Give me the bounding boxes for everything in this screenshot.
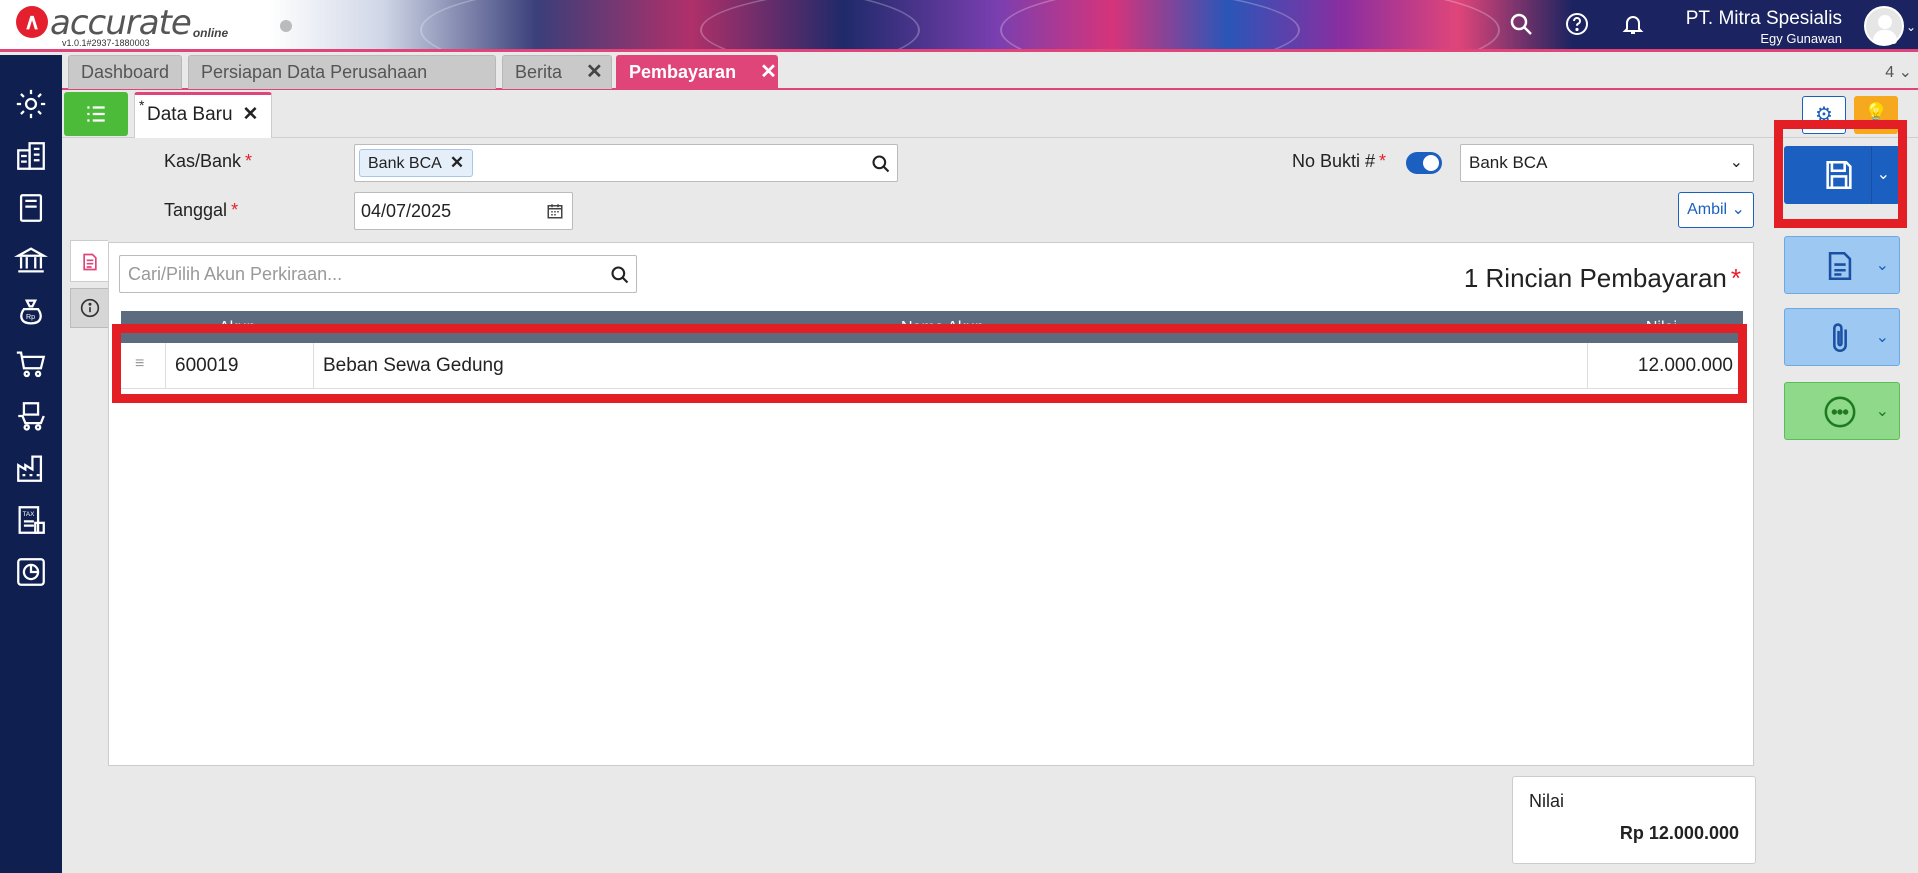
highlight-box-row	[112, 324, 1747, 403]
help-icon[interactable]	[1564, 12, 1590, 38]
tab-berita[interactable]: Berita ✕	[502, 55, 612, 89]
button-label: Ambil	[1687, 201, 1728, 218]
status-dot	[280, 20, 292, 32]
highlight-box-save	[1774, 120, 1907, 228]
list-view-button[interactable]	[64, 92, 128, 136]
search-icon[interactable]	[871, 154, 891, 174]
kas-bank-label: Kas/Bank *	[164, 151, 253, 171]
shopping-cart-icon[interactable]	[14, 347, 48, 381]
total-label: Nilai	[1529, 791, 1565, 811]
remove-tag-icon[interactable]: ✕	[450, 153, 464, 172]
print-document-button[interactable]: ⌄	[1784, 236, 1900, 294]
report-chart-icon[interactable]	[14, 555, 48, 589]
chevron-down-icon[interactable]: ⌄	[1876, 327, 1889, 347]
ambil-button[interactable]: Ambil ⌄	[1678, 192, 1754, 228]
search-placeholder: Cari/Pilih Akun Perkiraan...	[128, 264, 343, 284]
detail-title: 1 Rincian Pembayaran *	[1463, 263, 1741, 293]
tab-label: Data Baru	[147, 104, 233, 125]
money-bag-icon[interactable]: Rp	[14, 295, 48, 329]
logo-sub: online	[192, 26, 229, 40]
tab-pembayaran[interactable]: Pembayaran ✕	[616, 55, 778, 89]
top-header: ∧ accurate online v1.0.1#2937-1880003 PT…	[0, 0, 1918, 52]
avatar[interactable]	[1864, 6, 1904, 46]
svg-text:Rp: Rp	[26, 313, 35, 321]
tanggal-input[interactable]: 04/07/2025	[354, 192, 573, 230]
tab-label: Persiapan Data Perusahaan	[201, 62, 428, 82]
select-value: Bank BCA	[1469, 153, 1548, 172]
kas-bank-tag: Bank BCA ✕	[359, 149, 474, 177]
chevron-down-icon[interactable]: ⌄	[1906, 20, 1916, 34]
purchase-cart-icon[interactable]	[14, 399, 48, 433]
info-icon	[80, 298, 100, 318]
chevron-down-icon: ⌄	[1729, 154, 1743, 171]
tab-persiapan-data[interactable]: Persiapan Data Perusahaan	[188, 55, 496, 89]
tab-count-value: 4	[1885, 64, 1895, 81]
unsaved-marker: *	[139, 97, 145, 113]
auto-number-toggle[interactable]	[1406, 152, 1442, 174]
detail-tab[interactable]	[70, 240, 108, 282]
document-tab-bar: * Data Baru ✕ ⚙ 💡	[62, 90, 1918, 138]
close-icon[interactable]: ✕	[760, 61, 777, 83]
main-sidebar: Rp TAX	[0, 55, 62, 873]
kas-bank-input[interactable]: Bank BCA ✕	[354, 144, 898, 182]
total-summary: Nilai Rp 12.000.000	[1512, 776, 1756, 864]
tab-label: Dashboard	[81, 62, 170, 82]
logo-text: accurate	[50, 3, 192, 43]
no-bukti-label: No Bukti # *	[1292, 151, 1387, 171]
date-value: 04/07/2025	[361, 201, 452, 221]
tab-data-baru[interactable]: * Data Baru ✕	[134, 92, 272, 138]
user-name: Egy Gunawan	[1760, 31, 1842, 46]
tag-label: Bank BCA	[368, 155, 442, 172]
open-tab-count[interactable]: 4 ⌄	[1885, 62, 1912, 82]
close-icon[interactable]: ✕	[243, 104, 259, 125]
accurate-logo[interactable]: ∧ accurate online	[16, 6, 228, 40]
inventory-factory-icon[interactable]	[14, 451, 48, 485]
bell-icon[interactable]	[1620, 12, 1646, 38]
document-icon	[1828, 251, 1852, 281]
tab-dashboard[interactable]: Dashboard	[68, 55, 182, 89]
bank-icon[interactable]	[13, 243, 49, 277]
company-name: PT. Mitra Spesialis	[1685, 8, 1842, 29]
total-value: Rp 12.000.000	[1619, 823, 1739, 843]
settings-gear-icon[interactable]	[14, 87, 48, 121]
search-icon[interactable]	[610, 265, 630, 285]
no-bukti-select[interactable]: Bank BCA ⌄	[1460, 144, 1754, 182]
app-version: v1.0.1#2937-1880003	[62, 38, 150, 48]
tab-label: Pembayaran	[629, 62, 737, 82]
tax-report-icon[interactable]: TAX	[14, 503, 48, 537]
tanggal-label: Tanggal *	[164, 200, 239, 220]
ledger-book-icon[interactable]	[14, 191, 48, 225]
svg-text:TAX: TAX	[23, 511, 36, 518]
more-actions-button[interactable]: ⌄	[1784, 382, 1900, 440]
detail-panel: Cari/Pilih Akun Perkiraan... 1 Rincian P…	[108, 242, 1754, 766]
paperclip-icon	[1833, 323, 1847, 352]
account-search-input[interactable]: Cari/Pilih Akun Perkiraan...	[119, 255, 637, 293]
attachment-button[interactable]: ⌄	[1784, 308, 1900, 366]
tab-label: Berita	[515, 62, 563, 82]
company-building-icon[interactable]	[14, 139, 48, 173]
company-info[interactable]: PT. Mitra Spesialis Egy Gunawan	[1686, 8, 1842, 46]
logo-mark-icon: ∧	[16, 6, 48, 38]
info-tab[interactable]	[70, 288, 108, 328]
more-dots-icon	[1824, 396, 1856, 428]
calendar-icon[interactable]	[546, 202, 564, 220]
search-icon[interactable]	[1508, 12, 1534, 38]
document-icon	[83, 253, 97, 271]
chevron-down-icon[interactable]: ⌄	[1876, 255, 1889, 275]
chevron-down-icon[interactable]: ⌄	[1876, 401, 1889, 421]
close-icon[interactable]: ✕	[586, 61, 603, 83]
module-tab-bar: Dashboard Persiapan Data Perusahaan Beri…	[62, 52, 1918, 90]
